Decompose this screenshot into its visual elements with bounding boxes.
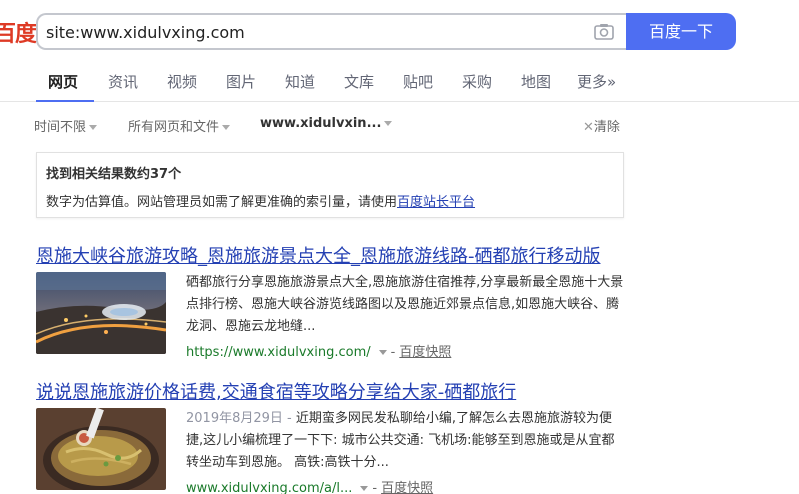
cite-separator: - (390, 345, 396, 360)
result-cite-2: www.xidulvxing.com/a/l... - 百度快照 (186, 477, 433, 494)
tab-map[interactable]: 地图 (521, 71, 551, 92)
clear-filter-button[interactable]: ✕清除 (583, 116, 620, 135)
result-date-2: 2019年8月29日 - (186, 411, 296, 426)
close-icon: ✕ (583, 120, 594, 135)
result-title-2[interactable]: 说说恩施旅游价格话费,交通食宿等攻略分享给大家-硒都旅行 (36, 378, 516, 404)
site-filter[interactable]: www.xidulvxin... (260, 116, 393, 131)
result-title-1[interactable]: 恩施大峡谷旅游攻略_恩施旅游景点大全_恩施旅游线路-硒都旅行移动版 (36, 242, 601, 268)
webmaster-platform-link[interactable]: 百度站长平台 (397, 195, 475, 210)
result-abstract-2: 2019年8月29日 - 近期蛮多网民发私聊给小编,了解怎么去恩施旅游较为便捷,… (186, 408, 626, 474)
result-url-1[interactable]: https://www.xidulvxing.com/ (186, 345, 371, 360)
result-count: 找到相关结果数约37个 (46, 167, 182, 182)
result-abstract-1: 硒都旅行分享恩施旅游景点大全,恩施旅游住宿推荐,分享最新最全恩施十大景点排行榜、… (186, 275, 624, 334)
tab-caigou[interactable]: 采购 (462, 71, 492, 92)
time-filter-label: 时间不限 (34, 120, 87, 135)
cite-separator: - (372, 481, 378, 494)
info-text: 数字为估算值。网站管理员如需了解更准确的索引量，请使用百度站长平台 (46, 191, 475, 210)
tab-video[interactable]: 视频 (167, 71, 197, 92)
filetype-filter-label: 所有网页和文件 (128, 120, 220, 135)
tab-zhidao[interactable]: 知道 (285, 71, 315, 92)
filetype-filter[interactable]: 所有网页和文件 (128, 116, 231, 135)
caret-down-icon (89, 125, 98, 130)
time-filter[interactable]: 时间不限 (34, 116, 98, 135)
result-url-2[interactable]: www.xidulvxing.com/a/l... (186, 481, 352, 494)
result-thumbnail-2[interactable] (36, 408, 166, 490)
caret-down-icon (222, 125, 231, 130)
tab-images[interactable]: 图片 (226, 71, 256, 92)
caret-down-icon[interactable] (360, 486, 369, 491)
tab-web[interactable]: 网页 (48, 71, 78, 92)
search-tabs: 网页 资讯 视频 图片 知道 文库 贴吧 采购 地图 更多» (0, 60, 799, 102)
search-filters: 时间不限 所有网页和文件 www.xidulvxin... ✕清除 (0, 116, 799, 136)
clear-filter-label: 清除 (593, 120, 620, 135)
camera-icon[interactable] (594, 23, 614, 40)
snapshot-link-2[interactable]: 百度快照 (381, 481, 433, 494)
result-count-box: 找到相关结果数约37个 数字为估算值。网站管理员如需了解更准确的索引量，请使用百… (36, 152, 624, 218)
tab-wenku[interactable]: 文库 (344, 71, 374, 92)
result-thumbnail-1[interactable] (36, 272, 166, 354)
caret-down-icon (384, 121, 393, 126)
info-message: 数字为估算值。网站管理员如需了解更准确的索引量，请使用 (46, 195, 398, 210)
tab-more[interactable]: 更多» (577, 71, 616, 92)
site-filter-label: www.xidulvxin... (260, 116, 382, 131)
active-tab-indicator (36, 100, 94, 102)
search-input[interactable] (46, 21, 586, 43)
snapshot-link-1[interactable]: 百度快照 (399, 345, 451, 360)
search-button[interactable]: 百度一下 (626, 13, 736, 50)
baidu-logo[interactable]: 百度 (0, 16, 37, 48)
search-box (36, 13, 626, 50)
tab-tieba[interactable]: 贴吧 (403, 71, 433, 92)
tab-news[interactable]: 资讯 (108, 71, 138, 92)
caret-down-icon[interactable] (378, 350, 387, 355)
result-cite-1: https://www.xidulvxing.com/ - 百度快照 (186, 341, 451, 360)
